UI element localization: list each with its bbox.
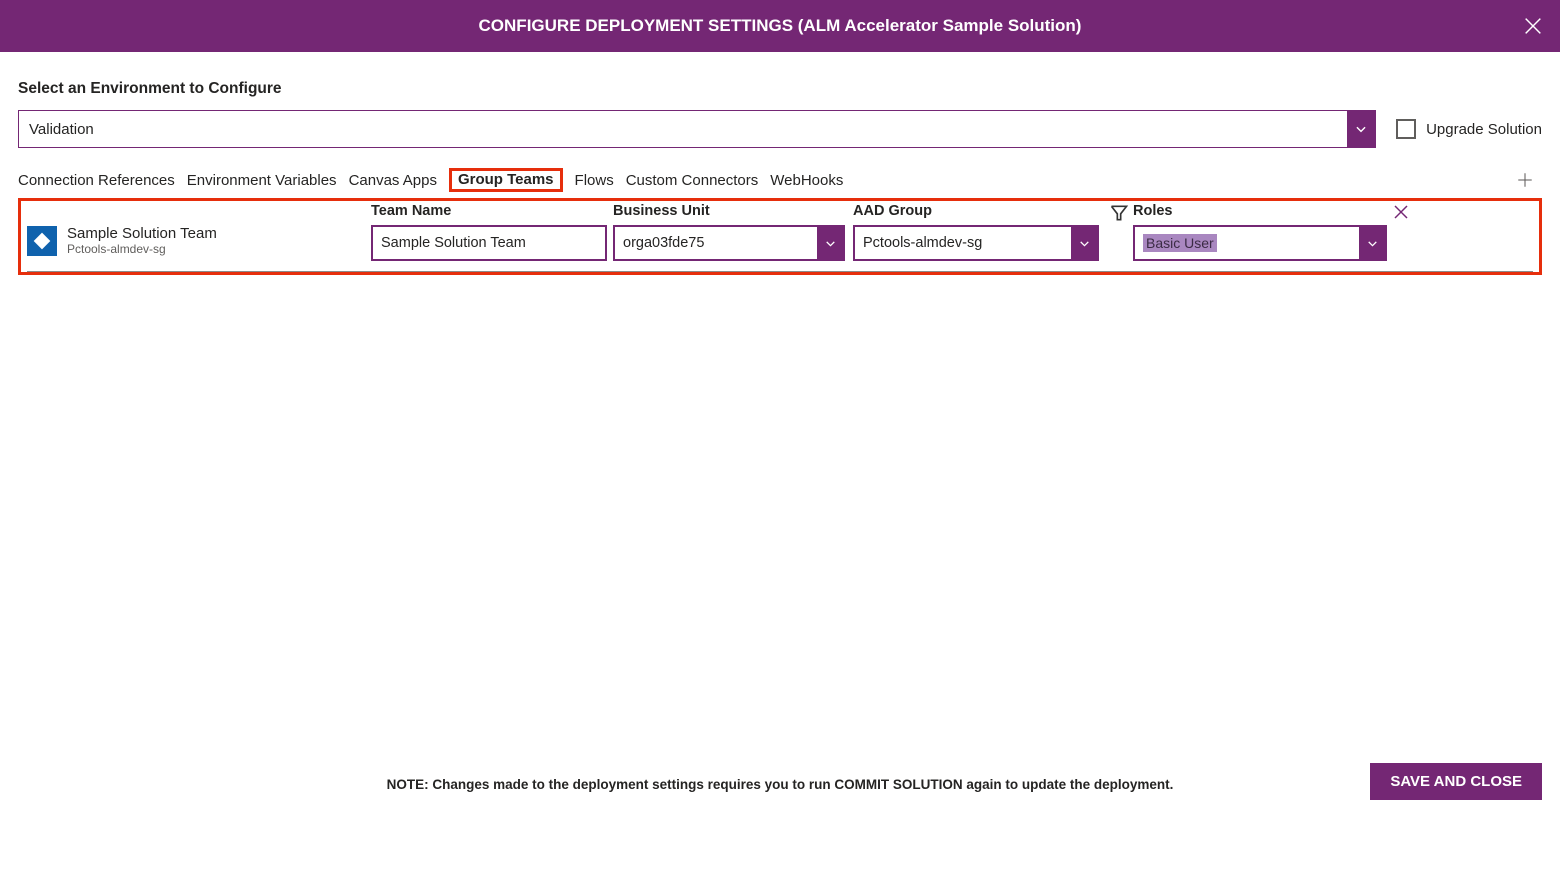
save-and-close-button[interactable]: SAVE AND CLOSE	[1370, 763, 1542, 800]
tab-environment-variables[interactable]: Environment Variables	[187, 170, 337, 191]
roles-dropdown-button[interactable]	[1359, 227, 1385, 259]
dialog-body: Select an Environment to Configure Valid…	[0, 52, 1560, 275]
header-aad-group: AAD Group	[853, 203, 1099, 219]
add-row-button[interactable]	[1516, 171, 1534, 189]
aad-group-value: Pctools-almdev-sg	[855, 227, 1071, 259]
group-teams-row: Sample Solution Team Pctools-almdev-sg T…	[27, 203, 1533, 261]
row-divider	[27, 271, 1533, 272]
upgrade-solution-label: Upgrade Solution	[1426, 121, 1542, 138]
business-unit-dropdown-button[interactable]	[817, 227, 843, 259]
footer-note: NOTE: Changes made to the deployment set…	[0, 777, 1560, 792]
col-team-name: Team Name Sample Solution Team	[371, 203, 607, 261]
aad-group-select[interactable]: Pctools-almdev-sg	[853, 225, 1099, 261]
delete-row-button[interactable]	[1387, 203, 1415, 229]
tab-canvas-apps[interactable]: Canvas Apps	[349, 170, 437, 191]
header-roles: Roles	[1133, 203, 1387, 219]
plus-icon	[1516, 171, 1534, 189]
close-button[interactable]	[1522, 15, 1544, 37]
tabs-row: Connection References Environment Variab…	[18, 168, 1542, 192]
environment-select-value: Validation	[19, 111, 1347, 147]
roles-value: Basic User	[1135, 227, 1359, 259]
chevron-down-icon	[824, 237, 837, 250]
environment-select-dropdown-button[interactable]	[1347, 111, 1375, 147]
chevron-down-icon	[1354, 122, 1368, 136]
tab-connection-references[interactable]: Connection References	[18, 170, 175, 191]
environment-row: Validation Upgrade Solution	[18, 110, 1542, 148]
upgrade-solution-wrapper: Upgrade Solution	[1396, 119, 1542, 139]
filter-button[interactable]	[1105, 203, 1133, 229]
roles-select[interactable]: Basic User	[1133, 225, 1387, 261]
group-teams-panel: Sample Solution Team Pctools-almdev-sg T…	[18, 198, 1542, 275]
tab-group-teams[interactable]: Group Teams	[449, 168, 563, 192]
team-name-input[interactable]: Sample Solution Team	[371, 225, 607, 261]
col-business-unit: Business Unit orga03fde75	[613, 203, 845, 261]
tab-custom-connectors[interactable]: Custom Connectors	[626, 170, 759, 191]
row-identity: Sample Solution Team Pctools-almdev-sg	[27, 203, 371, 256]
upgrade-solution-checkbox[interactable]	[1396, 119, 1416, 139]
environment-label: Select an Environment to Configure	[18, 80, 1542, 98]
dialog-header: CONFIGURE DEPLOYMENT SETTINGS (ALM Accel…	[0, 0, 1560, 52]
header-team-name: Team Name	[371, 203, 607, 219]
roles-pill: Basic User	[1143, 234, 1217, 252]
close-icon	[1392, 203, 1410, 221]
team-icon	[27, 226, 57, 256]
funnel-icon	[1109, 203, 1129, 223]
row-team-display-sub: Pctools-almdev-sg	[67, 242, 217, 256]
business-unit-select[interactable]: orga03fde75	[613, 225, 845, 261]
header-business-unit: Business Unit	[613, 203, 845, 219]
chevron-down-icon	[1366, 237, 1379, 250]
environment-select[interactable]: Validation	[18, 110, 1376, 148]
tab-flows[interactable]: Flows	[575, 170, 614, 191]
business-unit-value: orga03fde75	[615, 227, 817, 259]
chevron-down-icon	[1078, 237, 1091, 250]
diamond-icon	[32, 231, 52, 251]
col-roles: Roles Basic User	[1133, 203, 1387, 261]
tab-webhooks[interactable]: WebHooks	[770, 170, 843, 191]
row-team-display-name: Sample Solution Team	[67, 225, 217, 242]
close-icon	[1522, 15, 1544, 37]
col-aad-group: AAD Group Pctools-almdev-sg	[853, 203, 1099, 261]
aad-group-dropdown-button[interactable]	[1071, 227, 1097, 259]
dialog-title: CONFIGURE DEPLOYMENT SETTINGS (ALM Accel…	[479, 16, 1082, 36]
